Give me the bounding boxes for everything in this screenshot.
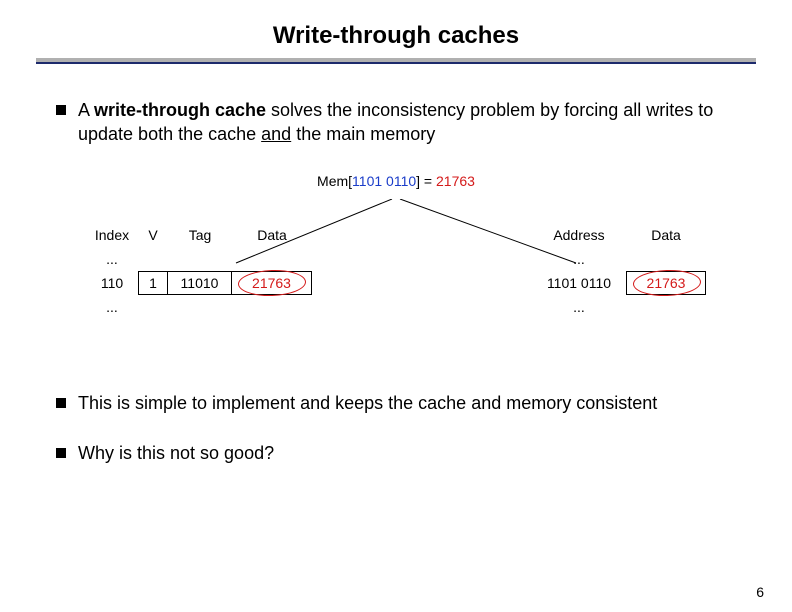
cache-hdr-tag: Tag (168, 227, 232, 243)
bullet-2: This is simple to implement and keeps th… (56, 391, 736, 415)
cache-row-data: 21763 (232, 271, 312, 295)
bullet-square-icon (56, 105, 66, 115)
cache-hdr-v: V (138, 227, 168, 243)
memory-row-data: 21763 (626, 271, 706, 295)
memory-hdr-data: Data (626, 227, 706, 243)
bullet-2-text: This is simple to implement and keeps th… (78, 391, 657, 415)
cache-table: Index V Tag Data ... 110 1 11010 21763 .… (86, 223, 312, 319)
bullet-3: Why is this not so good? (56, 441, 736, 465)
memory-row-ellipsis-bottom: ... (532, 295, 706, 319)
cache-row: 110 1 11010 21763 (86, 271, 312, 295)
bullet-3-text: Why is this not so good? (78, 441, 274, 465)
memory-row: 1101 0110 21763 (532, 271, 706, 295)
cache-row-index: 110 (86, 275, 138, 291)
cache-row-v: 1 (138, 271, 168, 295)
bullet-square-icon (56, 448, 66, 458)
bullet-1-text: A write-through cache solves the inconsi… (78, 98, 736, 147)
cache-hdr-data: Data (232, 227, 312, 243)
mem-expression: Mem[1101 0110] = 21763 (56, 173, 736, 189)
memory-row-address: 1101 0110 (532, 275, 626, 291)
mem-address: 1101 0110 (352, 173, 416, 189)
memory-row-ellipsis-top: ... (532, 247, 706, 271)
mem-value: 21763 (436, 173, 475, 189)
page-number: 6 (756, 584, 764, 600)
cache-row-tag: 11010 (168, 271, 232, 295)
memory-table: Address Data ... 1101 0110 21763 ... (532, 223, 706, 319)
cache-row-ellipsis-top: ... (86, 247, 312, 271)
cache-row-ellipsis-bottom: ... (86, 295, 312, 319)
memory-header: Address Data (532, 223, 706, 247)
title-rule-shadow (36, 58, 756, 62)
cache-hdr-index: Index (86, 227, 138, 243)
cache-memory-diagram: Index V Tag Data ... 110 1 11010 21763 .… (86, 199, 706, 339)
bullet-square-icon (56, 398, 66, 408)
bullet-1: A write-through cache solves the inconsi… (56, 98, 736, 147)
page-title: Write-through caches (0, 22, 792, 50)
memory-hdr-address: Address (532, 227, 626, 243)
cache-header: Index V Tag Data (86, 223, 312, 247)
